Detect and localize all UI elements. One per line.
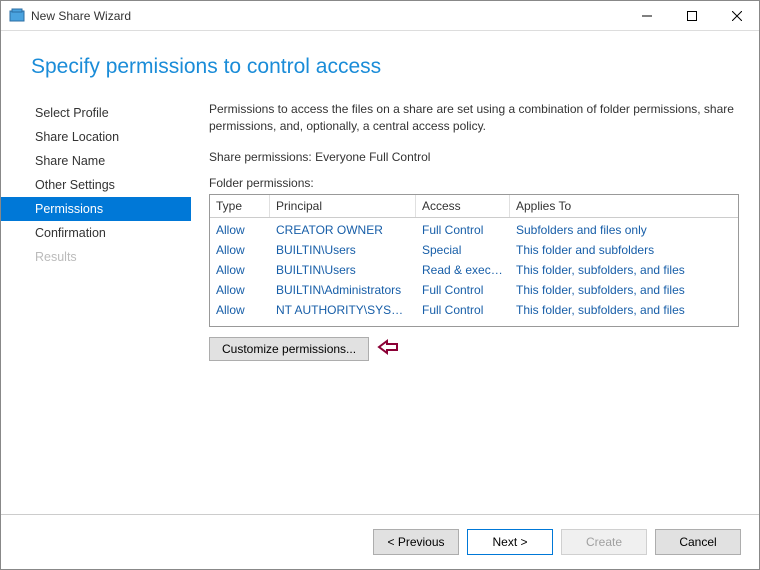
col-header-type[interactable]: Type xyxy=(210,195,270,217)
next-button[interactable]: Next > xyxy=(467,529,553,555)
cell-applies-to: This folder, subfolders, and files xyxy=(510,260,738,280)
share-permissions-line: Share permissions: Everyone Full Control xyxy=(209,150,739,164)
col-header-applies-to[interactable]: Applies To xyxy=(510,195,738,217)
close-button[interactable] xyxy=(714,1,759,30)
customize-row: Customize permissions... xyxy=(209,337,739,361)
cell-principal: BUILTIN\Users xyxy=(270,260,416,280)
table-row[interactable]: AllowBUILTIN\UsersSpecialThis folder and… xyxy=(210,240,738,260)
cell-applies-to: This folder and subfolders xyxy=(510,240,738,260)
sidebar-item-share-location[interactable]: Share Location xyxy=(1,125,191,149)
table-body: AllowCREATOR OWNERFull ControlSubfolders… xyxy=(210,218,738,326)
table-header-row: Type Principal Access Applies To xyxy=(210,195,738,218)
folder-permissions-table: Type Principal Access Applies To AllowCR… xyxy=(209,194,739,327)
maximize-button[interactable] xyxy=(669,1,714,30)
cell-type: Allow xyxy=(210,260,270,280)
description-text: Permissions to access the files on a sha… xyxy=(209,101,739,136)
cell-type: Allow xyxy=(210,280,270,300)
share-permissions-label: Share permissions: xyxy=(209,150,312,164)
wizard-steps-sidebar: Select ProfileShare LocationShare NameOt… xyxy=(1,97,191,514)
cell-applies-to: This folder, subfolders, and files xyxy=(510,280,738,300)
header: Specify permissions to control access xyxy=(1,31,759,97)
annotation-arrow-icon xyxy=(377,339,399,358)
cell-access: Read & execu... xyxy=(416,260,510,280)
cell-type: Allow xyxy=(210,240,270,260)
folder-permissions-label: Folder permissions: xyxy=(209,176,739,190)
col-header-principal[interactable]: Principal xyxy=(270,195,416,217)
footer: < Previous Next > Create Cancel xyxy=(1,514,759,569)
titlebar: New Share Wizard xyxy=(1,1,759,31)
sidebar-item-share-name[interactable]: Share Name xyxy=(1,149,191,173)
table-row[interactable]: AllowBUILTIN\AdministratorsFull ControlT… xyxy=(210,280,738,300)
minimize-button[interactable] xyxy=(624,1,669,30)
cell-type: Allow xyxy=(210,220,270,240)
cell-principal: NT AUTHORITY\SYSTEM xyxy=(270,300,416,320)
cell-access: Full Control xyxy=(416,280,510,300)
cell-type: Allow xyxy=(210,300,270,320)
content: Select ProfileShare LocationShare NameOt… xyxy=(1,97,759,514)
cell-access: Special xyxy=(416,240,510,260)
page-title: Specify permissions to control access xyxy=(31,55,729,79)
cell-access: Full Control xyxy=(416,300,510,320)
main-panel: Permissions to access the files on a sha… xyxy=(191,97,759,514)
sidebar-item-other-settings[interactable]: Other Settings xyxy=(1,173,191,197)
sidebar-item-results: Results xyxy=(1,245,191,269)
customize-permissions-button[interactable]: Customize permissions... xyxy=(209,337,369,361)
cell-access: Full Control xyxy=(416,220,510,240)
app-icon xyxy=(9,8,25,24)
col-header-access[interactable]: Access xyxy=(416,195,510,217)
sidebar-item-confirmation[interactable]: Confirmation xyxy=(1,221,191,245)
table-row[interactable]: AllowCREATOR OWNERFull ControlSubfolders… xyxy=(210,220,738,240)
create-button: Create xyxy=(561,529,647,555)
table-row[interactable]: AllowBUILTIN\UsersRead & execu...This fo… xyxy=(210,260,738,280)
cell-applies-to: This folder, subfolders, and files xyxy=(510,300,738,320)
previous-button[interactable]: < Previous xyxy=(373,529,459,555)
cell-principal: BUILTIN\Users xyxy=(270,240,416,260)
table-row[interactable]: AllowNT AUTHORITY\SYSTEMFull ControlThis… xyxy=(210,300,738,320)
window-controls xyxy=(624,1,759,30)
sidebar-item-permissions[interactable]: Permissions xyxy=(1,197,191,221)
cell-principal: CREATOR OWNER xyxy=(270,220,416,240)
share-permissions-value: Everyone Full Control xyxy=(315,150,430,164)
cell-principal: BUILTIN\Administrators xyxy=(270,280,416,300)
cell-applies-to: Subfolders and files only xyxy=(510,220,738,240)
window-title: New Share Wizard xyxy=(31,9,624,23)
cancel-button[interactable]: Cancel xyxy=(655,529,741,555)
sidebar-item-select-profile[interactable]: Select Profile xyxy=(1,101,191,125)
